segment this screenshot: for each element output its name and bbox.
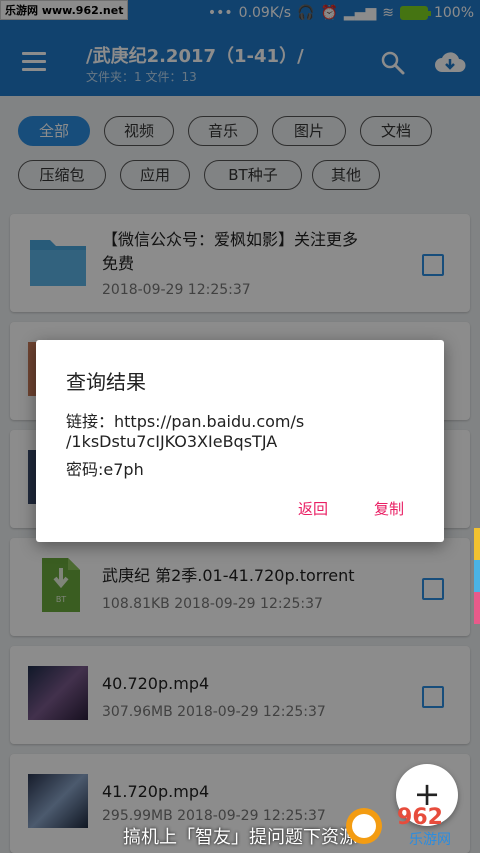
site-logo: 962 乐游网: [346, 805, 451, 848]
dialog-link-line-2: /1ksDstu7cIJKO3XIeBqsTJA: [66, 432, 278, 451]
dialog-title: 查询结果: [66, 370, 146, 394]
copy-button[interactable]: 复制: [374, 498, 404, 519]
query-result-dialog: 查询结果 链接：https://pan.baidu.com/s /1ksDstu…: [36, 340, 444, 542]
logo-text-top: 962: [397, 805, 443, 830]
logo-text-bottom: 乐游网: [409, 832, 451, 848]
dialog-link-line: 链接：https://pan.baidu.com/s: [66, 412, 305, 431]
dialog-password-line: 密码:e7ph: [66, 460, 144, 479]
side-color-strips: [474, 528, 480, 624]
back-button[interactable]: 返回: [298, 498, 328, 519]
